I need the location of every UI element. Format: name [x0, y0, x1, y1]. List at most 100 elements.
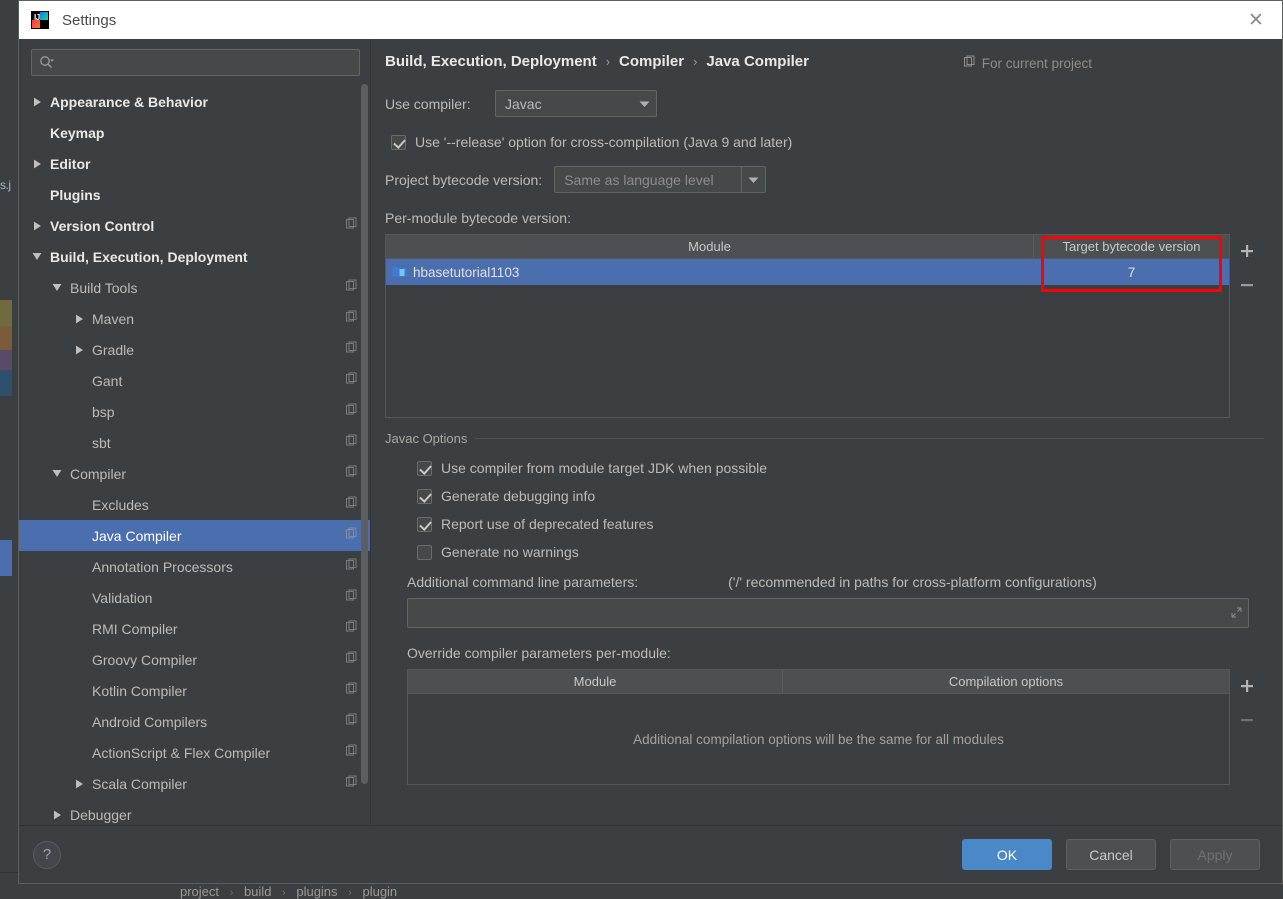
override-table-col-options[interactable]: Compilation options — [783, 670, 1229, 693]
use-module-jdk-checkbox[interactable] — [417, 460, 432, 476]
sidebar-item-kotlin-compiler[interactable]: Kotlin Compiler — [19, 675, 370, 706]
override-table-col-module[interactable]: Module — [408, 670, 783, 693]
project-scope-icon — [345, 744, 358, 762]
chevron-down-icon[interactable] — [29, 252, 45, 261]
sidebar-item-annotation-processors[interactable]: Annotation Processors — [19, 551, 370, 582]
apply-button: Apply — [1170, 839, 1260, 870]
sidebar-item-keymap[interactable]: Keymap — [19, 117, 370, 148]
search-container — [19, 39, 370, 84]
ide-breadcrumb-item-plugin[interactable]: plugin — [362, 884, 397, 899]
chevron-right-icon[interactable] — [49, 810, 65, 820]
project-scope-icon — [345, 496, 358, 514]
report-deprecated-checkbox[interactable] — [417, 516, 432, 532]
chevron-right-icon[interactable] — [71, 779, 87, 789]
chevron-right-icon[interactable] — [29, 97, 45, 107]
chevron-right-icon[interactable] — [71, 314, 87, 324]
sidebar-item-label: Appearance & Behavior — [50, 93, 208, 110]
chevron-down-icon[interactable] — [741, 167, 765, 192]
chevron-right-icon[interactable] — [29, 159, 45, 169]
sidebar-item-debugger[interactable]: Debugger — [19, 799, 370, 825]
sidebar-item-label: Gradle — [92, 341, 135, 358]
project-scope-icon — [345, 310, 358, 328]
module-table[interactable]: Module Target bytecode version hbasetuto… — [385, 234, 1230, 418]
sidebar-item-validation[interactable]: Validation — [19, 582, 370, 613]
ide-marker-orange — [0, 326, 12, 350]
sidebar-item-sbt[interactable]: sbt — [19, 427, 370, 458]
ide-gutter-text: s.j — [0, 178, 11, 192]
add-module-button[interactable] — [1236, 240, 1258, 262]
sidebar-item-maven[interactable]: Maven — [19, 303, 370, 334]
release-option-checkbox[interactable] — [391, 134, 406, 150]
sidebar-item-gant[interactable]: Gant — [19, 365, 370, 396]
remove-module-button[interactable] — [1236, 274, 1258, 296]
table-row[interactable]: hbasetutorial1103 7 — [386, 259, 1229, 285]
sidebar-item-label: Java Compiler — [92, 527, 182, 544]
add-override-button[interactable] — [1236, 675, 1258, 697]
sidebar-item-version-control[interactable]: Version Control — [19, 210, 370, 241]
sidebar-item-label: Gant — [92, 372, 123, 389]
use-compiler-select[interactable]: Javac — [495, 90, 657, 117]
sidebar-item-scala-compiler[interactable]: Scala Compiler — [19, 768, 370, 799]
sidebar-item-excludes[interactable]: Excludes — [19, 489, 370, 520]
breadcrumb: Build, Execution, Deployment › Compiler … — [385, 39, 1264, 70]
additional-params-field[interactable] — [407, 598, 1249, 628]
release-option-row[interactable]: Use '--release' option for cross-compila… — [391, 134, 1264, 150]
sidebar-item-appearance-behavior[interactable]: Appearance & Behavior — [19, 86, 370, 117]
ide-breadcrumb-item-project[interactable]: project — [180, 884, 219, 899]
javac-checkbox-row-3[interactable]: Generate no warnings — [417, 544, 1264, 560]
ide-breadcrumb-item-plugins[interactable]: plugins — [296, 884, 337, 899]
remove-override-button[interactable] — [1236, 709, 1258, 731]
generate-debugging-info-checkbox[interactable] — [417, 488, 432, 504]
help-button[interactable]: ? — [33, 840, 61, 869]
sidebar-item-build-execution-deployment[interactable]: Build, Execution, Deployment — [19, 241, 370, 272]
sidebar-item-bsp[interactable]: bsp — [19, 396, 370, 427]
ok-button[interactable]: OK — [962, 839, 1052, 870]
search-box[interactable] — [31, 49, 360, 76]
sidebar-item-label: Keymap — [50, 124, 105, 141]
ide-breadcrumb-item-build[interactable]: build — [244, 884, 271, 899]
search-input[interactable] — [54, 54, 352, 71]
project-bytecode-select[interactable]: Same as language level — [554, 166, 767, 193]
ide-breadcrumb[interactable]: project › build › plugins › plugin — [180, 884, 397, 899]
chevron-down-icon[interactable] — [49, 469, 65, 478]
sidebar-scrollbar[interactable] — [361, 84, 368, 784]
close-icon[interactable]: ✕ — [1236, 2, 1276, 38]
scope-indicator: For current project — [963, 55, 1092, 71]
generate-no-warnings-label: Generate no warnings — [441, 544, 579, 560]
sidebar-item-label: RMI Compiler — [92, 620, 178, 637]
ide-marker-selection — [0, 540, 12, 576]
additional-params-input[interactable] — [408, 605, 1248, 621]
project-bytecode-value: Same as language level — [564, 171, 714, 188]
module-table-col-target[interactable]: Target bytecode version — [1034, 235, 1229, 258]
target-bytecode-version-cell[interactable]: 7 — [1034, 259, 1229, 285]
sidebar-item-plugins[interactable]: Plugins — [19, 179, 370, 210]
chevron-right-icon[interactable] — [71, 345, 87, 355]
javac-checkbox-row-0[interactable]: Use compiler from module target JDK when… — [417, 460, 1264, 476]
sidebar-item-gradle[interactable]: Gradle — [19, 334, 370, 365]
javac-checkbox-row-2[interactable]: Report use of deprecated features — [417, 516, 1264, 532]
sidebar-item-compiler[interactable]: Compiler — [19, 458, 370, 489]
generate-no-warnings-checkbox[interactable] — [417, 544, 432, 560]
dialog-footer: ? OK Cancel Apply — [19, 825, 1282, 883]
module-table-col-module[interactable]: Module — [386, 235, 1034, 258]
sidebar-item-label: Build, Execution, Deployment — [50, 248, 248, 265]
cancel-button[interactable]: Cancel — [1066, 839, 1156, 870]
sidebar-item-label: ActionScript & Flex Compiler — [92, 744, 271, 761]
module-cell[interactable]: hbasetutorial1103 — [386, 259, 1034, 285]
sidebar-item-android-compilers[interactable]: Android Compilers — [19, 706, 370, 737]
project-scope-icon — [345, 527, 358, 545]
project-scope-icon — [345, 713, 358, 731]
chevron-down-icon[interactable] — [49, 283, 65, 292]
javac-checkbox-row-1[interactable]: Generate debugging info — [417, 488, 1264, 504]
chevron-right-icon[interactable] — [29, 221, 45, 231]
override-table[interactable]: Module Compilation options Additional co… — [407, 669, 1230, 785]
expand-icon[interactable] — [1231, 605, 1242, 623]
sidebar-item-label: Validation — [92, 589, 153, 606]
sidebar-item-groovy-compiler[interactable]: Groovy Compiler — [19, 644, 370, 675]
settings-tree[interactable]: Appearance & Behavior Keymap Editor Plugins… — [19, 84, 370, 825]
sidebar-item-java-compiler[interactable]: Java Compiler — [19, 520, 370, 551]
sidebar-item-editor[interactable]: Editor — [19, 148, 370, 179]
sidebar-item-build-tools[interactable]: Build Tools — [19, 272, 370, 303]
sidebar-item-actionscript-flex-compiler[interactable]: ActionScript & Flex Compiler — [19, 737, 370, 768]
sidebar-item-rmi-compiler[interactable]: RMI Compiler — [19, 613, 370, 644]
